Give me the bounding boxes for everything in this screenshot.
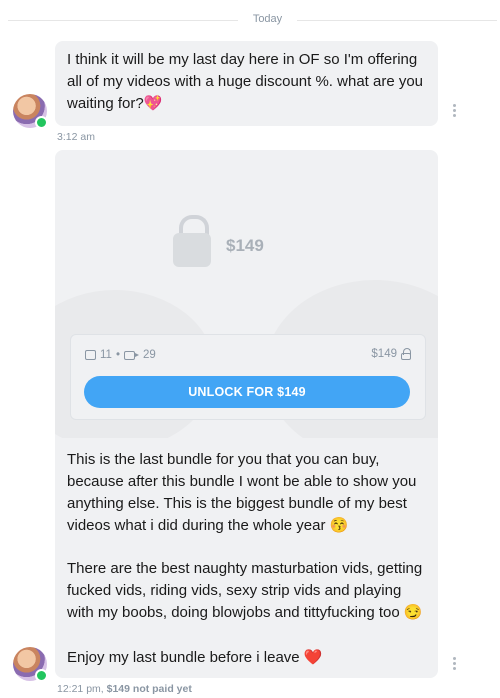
message-paragraph: This is the last bundle for you that you… xyxy=(67,451,421,534)
divider-line-right xyxy=(297,20,497,21)
message-timestamp: 3:12 am xyxy=(57,131,95,143)
payment-status: $149 not paid yet xyxy=(106,683,192,695)
online-status-dot xyxy=(35,116,48,129)
unlock-button[interactable]: UNLOCK FOR $149 xyxy=(84,376,410,408)
avatar[interactable] xyxy=(13,94,48,129)
message-text: I think it will be my last day here in O… xyxy=(67,51,428,112)
date-divider: Today xyxy=(0,10,500,30)
message-paragraph: Enjoy my last bundle before i leave ❤️ xyxy=(67,649,323,666)
card-price: $149 xyxy=(371,348,411,360)
image-count: 11 xyxy=(100,349,112,361)
image-icon xyxy=(85,350,96,360)
unlock-card: 11 • 29 $149 UNLOCK FOR $149 xyxy=(70,334,426,420)
message-bubble: This is the last bundle for you that you… xyxy=(55,438,438,678)
lock-icon xyxy=(401,348,411,360)
more-options-icon[interactable] xyxy=(453,657,457,672)
online-status-dot xyxy=(35,669,48,682)
avatar[interactable] xyxy=(13,647,48,682)
lock-icon xyxy=(173,215,211,267)
card-price-label: $149 xyxy=(371,348,397,360)
media-price-overlay: $149 xyxy=(226,236,264,255)
message-timestamp: 12:21 pm, xyxy=(57,683,104,695)
date-divider-label: Today xyxy=(252,13,283,25)
message-paragraph: There are the best naughty masturbation … xyxy=(67,560,427,621)
video-count: 29 xyxy=(142,349,156,361)
count-separator: • xyxy=(115,349,120,361)
more-options-icon[interactable] xyxy=(453,104,457,119)
message-bubble: I think it will be my last day here in O… xyxy=(55,41,438,126)
video-icon xyxy=(123,350,139,360)
divider-line-left xyxy=(8,20,238,21)
media-counts: 11 • 29 xyxy=(85,349,156,361)
message-footer: 12:21 pm, $149 not paid yet xyxy=(57,683,192,695)
